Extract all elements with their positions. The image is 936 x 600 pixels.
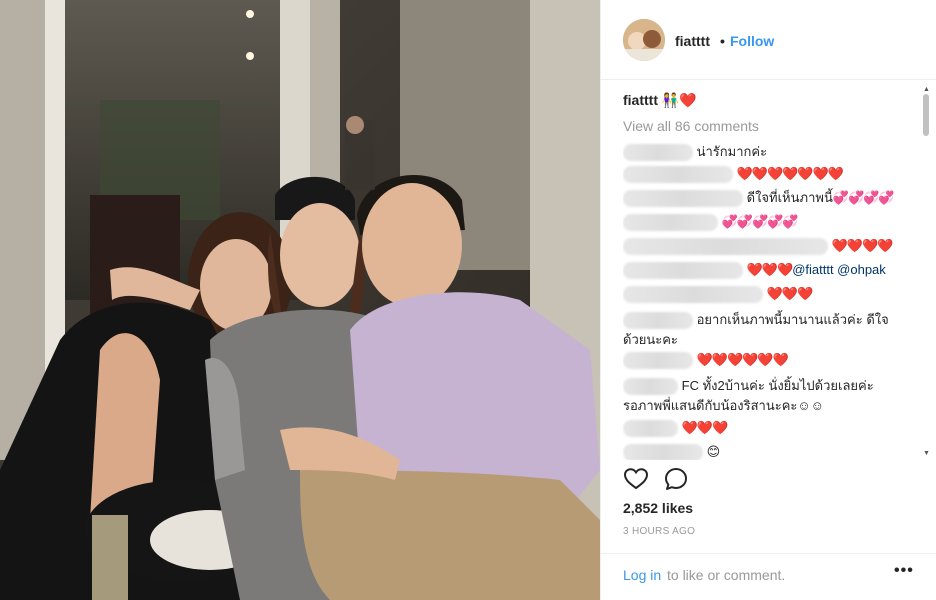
comment-line: ด้วยนะคะ	[623, 330, 678, 350]
comment-username[interactable]	[623, 166, 733, 184]
comment-text: อยากเห็นภาพนี้มานานแล้วค่ะ ดีใจ	[696, 312, 889, 327]
comment-text-line2: ด้วยนะคะ	[623, 332, 678, 347]
comment-username[interactable]	[623, 286, 763, 304]
comments-list[interactable]: fiatttt 👫❤️ View all 86 comments น่ารักม…	[623, 88, 919, 460]
comment-text: ดีใจที่เห็นภาพนี้	[746, 190, 833, 205]
username[interactable]: fiatttt	[675, 33, 710, 49]
comment-item: ❤️❤️❤️❤️❤️❤️❤️	[623, 164, 844, 184]
comment-line: รอภาพพี่แสนดีกับน้องริสานะคะ☺☺	[623, 396, 824, 416]
comment-text-line2: รอภาพพี่แสนดีกับน้องริสานะคะ☺☺	[623, 398, 824, 413]
post-timestamp: 3 HOURS AGO	[623, 526, 696, 537]
comment-emoji: 💞💞💞💞	[832, 190, 895, 205]
comment-footer: Log in to like or comment. •••	[601, 553, 936, 600]
avatar-image	[623, 19, 665, 61]
post-header: fiatttt • Follow	[601, 0, 936, 80]
caption-text: 👫❤️	[661, 92, 697, 108]
comment-text: ❤️❤️❤️❤️❤️❤️	[696, 352, 789, 367]
more-options-icon[interactable]: •••	[894, 562, 914, 580]
comment-item: 😊	[623, 442, 720, 460]
comment-text: 💞💞💞💞💞	[721, 214, 799, 229]
caption: fiatttt 👫❤️	[623, 92, 697, 109]
comment-text: ❤️❤️❤️❤️	[831, 238, 894, 253]
comment-username[interactable]	[623, 420, 678, 438]
comment-item: ❤️❤️❤️❤️❤️❤️	[623, 350, 789, 370]
comment-item: ดีใจที่เห็นภาพนี้💞💞💞💞	[623, 188, 895, 208]
comment-username[interactable]	[623, 238, 828, 256]
photo-image	[0, 0, 600, 600]
comments-scrollbar[interactable]: ▲ ▼	[922, 86, 930, 460]
comment-username[interactable]	[623, 312, 693, 330]
comment-text: FC ทั้ง2บ้านค่ะ นั่งยิ้มไปด้วยเลยค่ะ	[681, 378, 874, 393]
comment-username[interactable]	[623, 352, 693, 370]
likes-count[interactable]: 2,852 likes	[623, 500, 693, 516]
comment-text: 😊	[706, 444, 721, 459]
follow-button[interactable]: Follow	[730, 33, 774, 49]
comment-item: 💞💞💞💞💞	[623, 212, 799, 232]
login-prompt-text: to like or comment.	[667, 567, 786, 583]
comment-username[interactable]	[623, 444, 703, 460]
post-side-panel: fiatttt • Follow fiatttt 👫❤️ View all 86…	[600, 0, 936, 600]
comment-item: น่ารักมากค่ะ	[623, 142, 767, 162]
comment-emoji: ❤️❤️❤️	[746, 262, 794, 277]
comment-username[interactable]	[623, 378, 678, 396]
comment-item: ❤️❤️❤️	[623, 418, 729, 438]
comment-text: น่ารักมากค่ะ	[696, 144, 768, 159]
comment-username[interactable]	[623, 214, 718, 232]
comment-item: ❤️❤️❤️	[623, 284, 814, 304]
heart-icon[interactable]	[623, 466, 649, 492]
login-link[interactable]: Log in	[623, 567, 661, 583]
comment-item: ❤️❤️❤️❤️	[623, 236, 894, 256]
avatar[interactable]	[623, 19, 665, 61]
comment-text: ❤️❤️❤️❤️❤️❤️❤️	[736, 166, 844, 181]
caption-username[interactable]: fiatttt	[623, 92, 658, 108]
comment-username[interactable]	[623, 144, 693, 162]
comment-username[interactable]	[623, 262, 743, 280]
comment-icon[interactable]	[663, 466, 689, 492]
separator-dot: •	[720, 33, 725, 49]
comment-text: ❤️❤️❤️	[681, 420, 729, 435]
comment-item: FC ทั้ง2บ้านค่ะ นั่งยิ้มไปด้วยเลยค่ะ	[623, 376, 874, 396]
post-photo[interactable]	[0, 0, 600, 600]
scroll-thumb[interactable]	[923, 94, 929, 136]
comment-item: ❤️❤️❤️@fiatttt @ohpak	[623, 260, 886, 280]
comment-username[interactable]	[623, 190, 743, 208]
scroll-up-icon[interactable]: ▲	[923, 86, 930, 93]
scroll-down-icon[interactable]: ▼	[923, 450, 930, 457]
view-all-comments-link[interactable]: View all 86 comments	[623, 118, 759, 134]
comment-item: อยากเห็นภาพนี้มานานแล้วค่ะ ดีใจ	[623, 310, 889, 330]
comment-mentions[interactable]: @fiatttt @ohpak	[792, 262, 886, 277]
comment-text: ❤️❤️❤️	[766, 286, 814, 301]
